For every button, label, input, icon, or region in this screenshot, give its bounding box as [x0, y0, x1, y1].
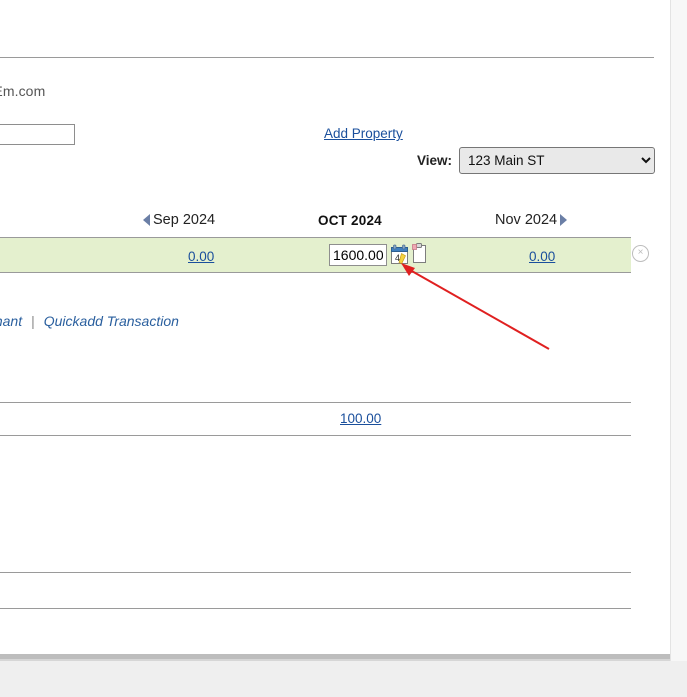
calendar-edit-icon[interactable]: 4 — [391, 244, 411, 265]
triangle-left-icon — [143, 214, 150, 226]
note-clipboard-icon[interactable] — [411, 242, 429, 264]
quickadd-transaction-link[interactable]: Quickadd Transaction — [44, 313, 179, 329]
month-next-label: Nov 2024 — [495, 212, 557, 228]
triangle-right-icon — [560, 214, 567, 226]
view-label: View: — [417, 153, 452, 168]
row-action-links: other Tenant | Quickadd Transaction — [0, 313, 179, 329]
brand-label: plifyEm.com — [0, 83, 45, 99]
month-next-button[interactable]: Nov 2024 — [495, 212, 567, 228]
right-gutter — [670, 0, 687, 661]
header-divider — [0, 57, 654, 58]
delete-row-button[interactable]: × — [632, 245, 649, 262]
add-property-link[interactable]: Add Property — [324, 126, 403, 141]
search-input[interactable] — [0, 124, 75, 145]
month-prev-button[interactable]: Sep 2024 — [143, 212, 215, 228]
action-separator: | — [31, 313, 35, 329]
page-surface: plifyEm.com Add Property View: 123 Main … — [0, 0, 670, 654]
month-prev-label: Sep 2024 — [153, 212, 215, 228]
next-month-amount-link[interactable]: 0.00 — [529, 249, 555, 264]
property-view-select[interactable]: 123 Main ST — [459, 147, 655, 174]
current-month-amount-input[interactable] — [329, 244, 387, 266]
prev-month-amount-link[interactable]: 0.00 — [188, 249, 214, 264]
table-divider-2 — [0, 435, 631, 436]
screenshot-viewport: plifyEm.com Add Property View: 123 Main … — [0, 0, 687, 697]
month-current-label: OCT 2024 — [318, 213, 382, 228]
table-divider-3 — [0, 572, 631, 573]
bottom-gutter — [0, 661, 687, 697]
table-divider-4 — [0, 608, 631, 609]
tenant-rent-row: 0.00 0.00 — [0, 237, 631, 273]
add-another-tenant-link[interactable]: other Tenant — [0, 313, 22, 329]
october-total-link[interactable]: 100.00 — [340, 411, 381, 426]
table-divider-1 — [0, 402, 631, 403]
